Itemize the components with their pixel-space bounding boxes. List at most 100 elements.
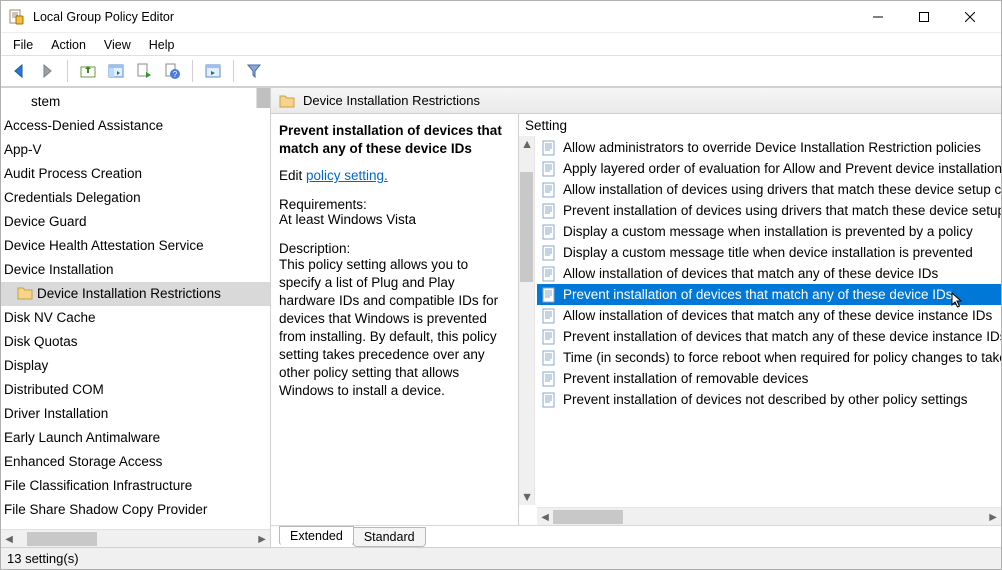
- minimize-button[interactable]: [855, 2, 901, 32]
- policy-icon: [541, 140, 557, 156]
- tree-item-label: Audit Process Creation: [4, 166, 142, 181]
- tree-item-label: Early Launch Antimalware: [4, 430, 160, 445]
- scroll-thumb[interactable]: [553, 510, 623, 524]
- settings-column-header[interactable]: Setting: [519, 114, 1001, 137]
- setting-label: Prevent installation of devices that mat…: [563, 329, 1001, 344]
- statusbar: 13 setting(s): [1, 547, 1001, 569]
- setting-label: Display a custom message title when devi…: [563, 245, 973, 260]
- tree-item[interactable]: Disk Quotas: [1, 330, 270, 354]
- help-toolbar-button[interactable]: ?: [160, 59, 184, 83]
- setting-row[interactable]: Display a custom message when installati…: [537, 221, 1001, 242]
- setting-row[interactable]: Prevent installation of devices that mat…: [537, 284, 1001, 305]
- tree-item[interactable]: Credentials Delegation: [1, 186, 270, 210]
- settings-pane: Setting ▲ ▼ Allow administrators to over…: [519, 114, 1001, 525]
- setting-row[interactable]: Allow installation of devices that match…: [537, 263, 1001, 284]
- tree-body[interactable]: stem Access-Denied AssistanceApp-VAudit …: [1, 88, 270, 529]
- back-button[interactable]: [7, 59, 31, 83]
- filter-button[interactable]: [242, 59, 266, 83]
- tree-item[interactable]: Early Launch Antimalware: [1, 426, 270, 450]
- tree-item[interactable]: Disk NV Cache: [1, 306, 270, 330]
- view-tabs: Extended Standard: [271, 525, 1001, 547]
- tree-item[interactable]: Distributed COM: [1, 378, 270, 402]
- setting-row[interactable]: Prevent installation of devices using dr…: [537, 200, 1001, 221]
- window-title: Local Group Policy Editor: [33, 10, 855, 24]
- description-label: Description:: [279, 241, 508, 256]
- scroll-down-button[interactable]: ▼: [519, 489, 535, 505]
- export-list-button[interactable]: [132, 59, 156, 83]
- scroll-track[interactable]: [519, 152, 534, 489]
- description-pane: Prevent installation of devices that mat…: [271, 114, 519, 525]
- tab-standard[interactable]: Standard: [353, 527, 426, 547]
- scroll-left-button[interactable]: ◄: [537, 509, 553, 525]
- setting-row[interactable]: Allow installation of devices that match…: [537, 305, 1001, 326]
- svg-text:?: ?: [173, 70, 178, 79]
- menu-view[interactable]: View: [104, 38, 131, 52]
- tree-item[interactable]: Device Guard: [1, 210, 270, 234]
- selected-setting-title: Prevent installation of devices that mat…: [279, 122, 508, 158]
- setting-row[interactable]: Allow installation of devices using driv…: [537, 179, 1001, 200]
- tree-item-label: App-V: [4, 142, 42, 157]
- scroll-track[interactable]: [553, 510, 985, 524]
- tree-item-label: Driver Installation: [4, 406, 108, 421]
- show-hide-tree-button[interactable]: [104, 59, 128, 83]
- tree-item[interactable]: Enhanced Storage Access: [1, 450, 270, 474]
- scroll-thumb[interactable]: [27, 532, 97, 546]
- settings-list[interactable]: Allow administrators to override Device …: [537, 137, 1001, 507]
- close-button[interactable]: [947, 2, 993, 32]
- scroll-up-button[interactable]: ▲: [519, 136, 535, 152]
- menu-action[interactable]: Action: [51, 38, 86, 52]
- up-level-button[interactable]: [76, 59, 100, 83]
- forward-button[interactable]: [35, 59, 59, 83]
- tree-item[interactable]: Driver Installation: [1, 402, 270, 426]
- tree-item[interactable]: File Share Shadow Copy Provider: [1, 498, 270, 522]
- setting-row[interactable]: Apply layered order of evaluation for Al…: [537, 158, 1001, 179]
- menu-file[interactable]: File: [13, 38, 33, 52]
- tree-item[interactable]: Device Installation Restrictions: [1, 282, 270, 306]
- tab-extended[interactable]: Extended: [279, 526, 354, 546]
- tree-item-label: Disk Quotas: [4, 334, 78, 349]
- tree-item-label: Disk NV Cache: [4, 310, 96, 325]
- tree-item[interactable]: Device Installation: [1, 258, 270, 282]
- policy-icon: [541, 392, 557, 408]
- menu-help[interactable]: Help: [149, 38, 175, 52]
- tree-item-label: File Classification Infrastructure: [4, 478, 192, 493]
- maximize-button[interactable]: [901, 2, 947, 32]
- setting-label: Time (in seconds) to force reboot when r…: [563, 350, 1001, 365]
- folder-icon: [17, 286, 33, 300]
- edit-policy-link[interactable]: policy setting.: [306, 168, 388, 183]
- tree-item[interactable]: Audit Process Creation: [1, 162, 270, 186]
- tree-item[interactable]: App-V: [1, 138, 270, 162]
- setting-label: Prevent installation of devices not desc…: [563, 392, 967, 407]
- toolbar-separator: [67, 60, 68, 82]
- requirements-label: Requirements:: [279, 197, 508, 212]
- scroll-track[interactable]: [17, 532, 254, 546]
- scroll-right-button[interactable]: ►: [985, 509, 1001, 525]
- setting-label: Allow installation of devices that match…: [563, 308, 992, 323]
- tree-item-label: Device Health Attestation Service: [4, 238, 204, 253]
- tree-item[interactable]: Display: [1, 354, 270, 378]
- setting-label: Allow installation of devices that match…: [563, 266, 938, 281]
- policy-icon: [541, 308, 557, 324]
- settings-vertical-scrollbar[interactable]: ▲ ▼: [519, 136, 535, 505]
- titlebar: Local Group Policy Editor: [1, 1, 1001, 33]
- setting-row[interactable]: Prevent installation of devices that mat…: [537, 326, 1001, 347]
- tree-item-label: Enhanced Storage Access: [4, 454, 162, 469]
- action-toolbar-button[interactable]: [201, 59, 225, 83]
- policy-icon: [541, 245, 557, 261]
- settings-horizontal-scrollbar[interactable]: ◄ ►: [537, 507, 1001, 525]
- setting-row[interactable]: Prevent installation of removable device…: [537, 368, 1001, 389]
- tree-horizontal-scrollbar[interactable]: ◄ ►: [1, 529, 270, 547]
- tree-item-label: Device Installation: [4, 262, 114, 277]
- tree-item[interactable]: Device Health Attestation Service: [1, 234, 270, 258]
- tree-vertical-scroll-handle[interactable]: [256, 88, 270, 108]
- setting-row[interactable]: Prevent installation of devices not desc…: [537, 389, 1001, 410]
- scroll-thumb[interactable]: [520, 172, 533, 282]
- scroll-right-button[interactable]: ►: [254, 531, 270, 547]
- tree-item[interactable]: Access-Denied Assistance: [1, 114, 270, 138]
- scroll-left-button[interactable]: ◄: [1, 531, 17, 547]
- setting-row[interactable]: Time (in seconds) to force reboot when r…: [537, 347, 1001, 368]
- setting-label: Display a custom message when installati…: [563, 224, 973, 239]
- tree-item[interactable]: File Classification Infrastructure: [1, 474, 270, 498]
- setting-row[interactable]: Allow administrators to override Device …: [537, 137, 1001, 158]
- setting-row[interactable]: Display a custom message title when devi…: [537, 242, 1001, 263]
